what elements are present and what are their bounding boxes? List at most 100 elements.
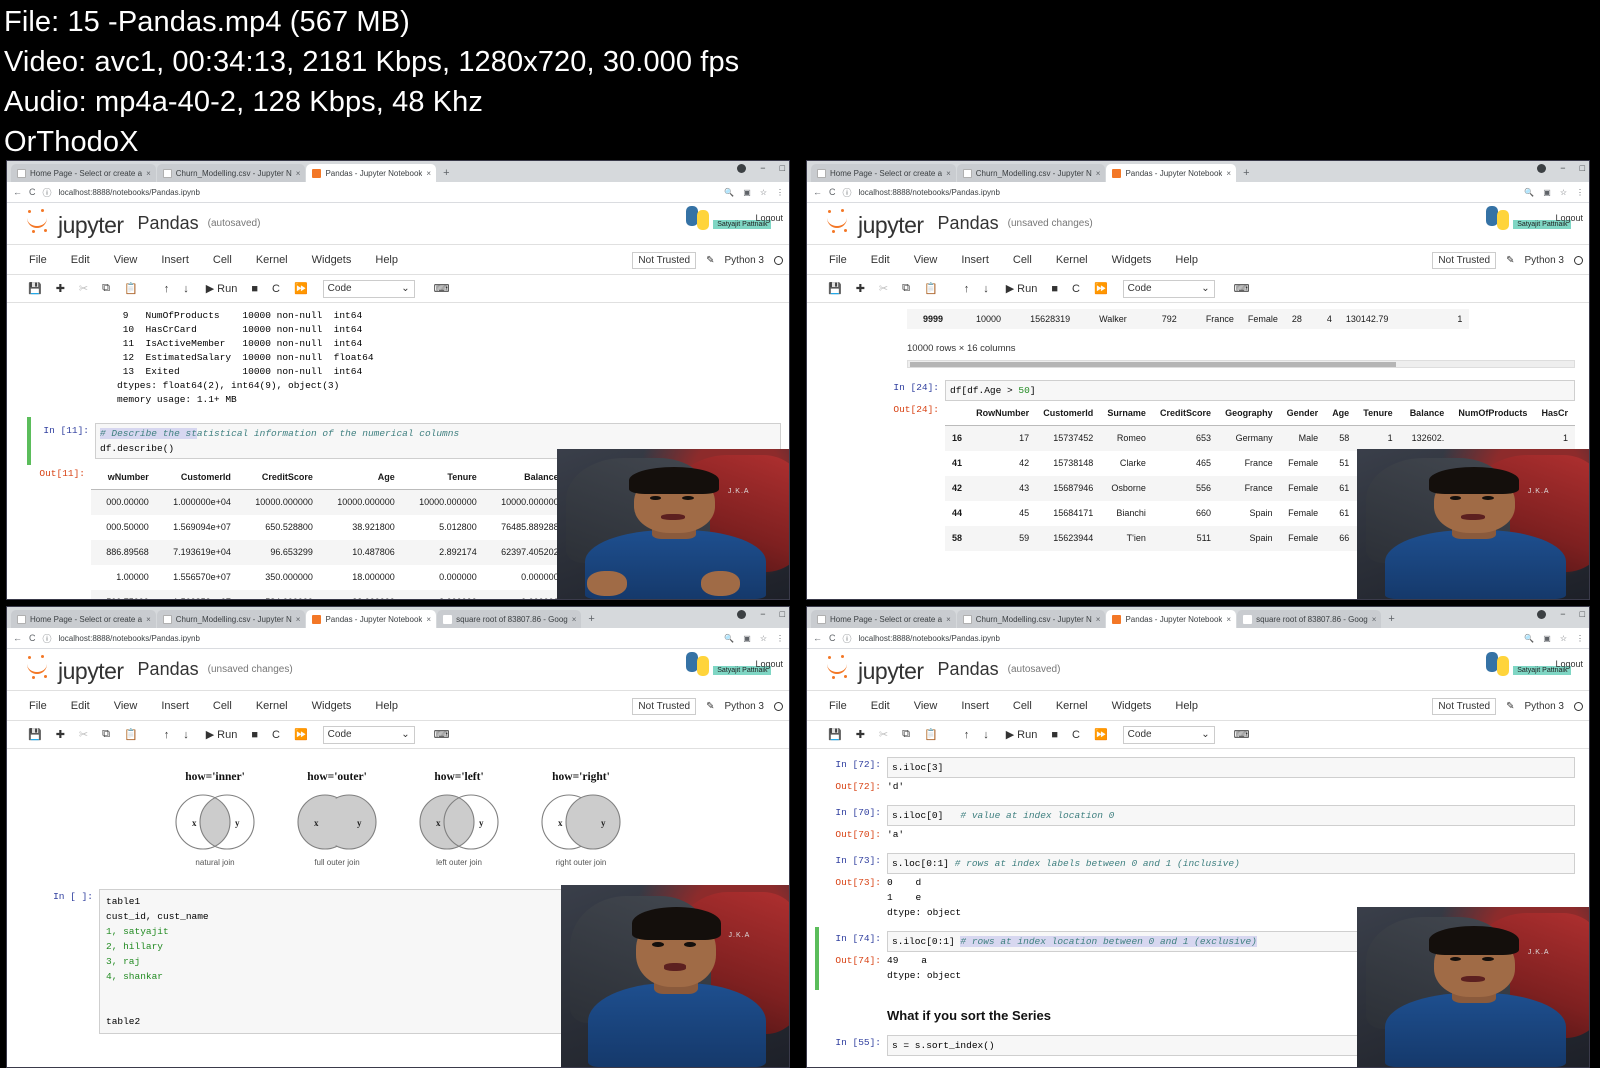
code-cell-sortindex[interactable]: In [55]: s = s.sort_index() — [815, 1035, 1575, 1056]
browser-tab-home[interactable]: Home Page - Select or create a × — [11, 164, 156, 182]
cell-type-select[interactable]: Code ⌄ — [322, 725, 415, 744]
menu-cell[interactable]: Cell — [213, 254, 232, 266]
copy-icon[interactable]: ⧉ — [895, 282, 917, 295]
keyboard-icon[interactable]: ⌨ — [427, 282, 457, 295]
menu-kernel[interactable]: Kernel — [1056, 254, 1088, 266]
maximize-button[interactable]: □ — [1580, 163, 1585, 173]
browser-omnibox[interactable]: ← C ⓘ localhost:8888/notebooks/Pandas.ip… — [807, 628, 1589, 649]
menu-help[interactable]: Help — [1175, 254, 1198, 266]
menu-edit[interactable]: Edit — [71, 700, 90, 712]
menu-cell[interactable]: Cell — [1013, 254, 1032, 266]
browser-tab-pandas-notebook[interactable]: Pandas - Jupyter Notebook × — [306, 164, 437, 182]
menu-help[interactable]: Help — [1175, 700, 1198, 712]
logout-button[interactable]: Logout — [1555, 659, 1583, 669]
close-icon[interactable]: × — [426, 169, 431, 178]
browser-tab-home[interactable]: Home Page - Select or create a × — [811, 164, 956, 182]
extension-icon[interactable]: ▣ — [743, 634, 751, 643]
save-icon[interactable]: 💾 — [821, 728, 849, 741]
menu-help[interactable]: Help — [375, 254, 398, 266]
menu-view[interactable]: View — [914, 254, 938, 266]
move-down-icon[interactable]: ↓ — [176, 729, 196, 741]
address-bar-text[interactable]: localhost:8888/notebooks/Pandas.ipynb — [59, 188, 200, 197]
menu-insert[interactable]: Insert — [961, 254, 989, 266]
code-cell-filter[interactable]: In [24]: df[df.Age > 50] — [843, 380, 1575, 401]
reload-icon[interactable]: C — [829, 633, 836, 643]
browser-tab-google-search[interactable]: G square root of 83807.86 - Goog × — [1237, 610, 1382, 628]
edit-pencil-icon[interactable]: ✎ — [706, 701, 714, 712]
move-up-icon[interactable]: ↑ — [157, 729, 177, 741]
logout-button[interactable]: Logout — [755, 213, 783, 223]
new-tab-button[interactable]: + — [437, 165, 455, 182]
cell-type-select[interactable]: Code ⌄ — [1122, 725, 1215, 744]
bookmark-star-icon[interactable]: ☆ — [760, 634, 767, 643]
minimize-button[interactable]: − — [1560, 609, 1565, 619]
menu-insert[interactable]: Insert — [161, 254, 189, 266]
menu-widgets[interactable]: Widgets — [312, 254, 352, 266]
stop-icon[interactable]: ■ — [244, 283, 265, 295]
copy-icon[interactable]: ⧉ — [95, 282, 117, 295]
back-icon[interactable]: ← — [13, 187, 22, 197]
notebook-title[interactable]: Pandas — [138, 213, 199, 234]
cell-type-select[interactable]: Code ⌄ — [322, 279, 415, 298]
code-cell-iloc01[interactable]: In [74]: s.iloc[0:1] # rows at index loc… — [819, 931, 1575, 952]
notebook-title[interactable]: Pandas — [938, 659, 999, 680]
menu-widgets[interactable]: Widgets — [312, 700, 352, 712]
browser-tab-pandas-notebook[interactable]: Pandas - Jupyter Notebook × — [1106, 610, 1237, 628]
menu-kernel[interactable]: Kernel — [256, 700, 288, 712]
menu-icon[interactable]: ⋮ — [776, 634, 784, 643]
fast-forward-icon[interactable]: ⏩ — [287, 282, 315, 295]
new-tab-button[interactable]: + — [1237, 165, 1255, 182]
close-icon[interactable]: × — [146, 615, 151, 624]
back-icon[interactable]: ← — [13, 633, 22, 643]
menu-file[interactable]: File — [29, 254, 47, 266]
logout-button[interactable]: Logout — [755, 659, 783, 669]
menu-view[interactable]: View — [114, 700, 138, 712]
paste-icon[interactable]: 📋 — [917, 728, 945, 741]
menu-icon[interactable]: ⋮ — [1576, 634, 1584, 643]
close-icon[interactable]: × — [426, 615, 431, 624]
close-icon[interactable]: × — [1226, 169, 1231, 178]
code-cell-iloc3[interactable]: In [72]: s.iloc[3] — [815, 757, 1575, 778]
cell-editor[interactable]: s.loc[0:1] # rows at index labels betwee… — [887, 853, 1575, 874]
move-down-icon[interactable]: ↓ — [176, 283, 196, 295]
run-button[interactable]: ▶ Run — [196, 282, 245, 296]
cell-editor[interactable]: s = s.sort_index() — [887, 1035, 1575, 1056]
edit-pencil-icon[interactable]: ✎ — [1506, 255, 1514, 266]
move-down-icon[interactable]: ↓ — [976, 283, 996, 295]
browser-omnibox[interactable]: ← C ⓘ localhost:8888/notebooks/Pandas.ip… — [7, 182, 789, 203]
reload-icon[interactable]: C — [829, 187, 836, 197]
cut-icon[interactable]: ✂ — [72, 282, 95, 295]
edit-pencil-icon[interactable]: ✎ — [706, 255, 714, 266]
trust-status[interactable]: Not Trusted — [1432, 251, 1497, 269]
menu-insert[interactable]: Insert — [961, 700, 989, 712]
site-info-icon[interactable]: ⓘ — [843, 186, 852, 199]
browser-tab-pandas-notebook[interactable]: Pandas - Jupyter Notebook × — [1106, 164, 1237, 182]
cell-editor[interactable]: s.iloc[0:1] # rows at index location bet… — [887, 931, 1561, 952]
paste-icon[interactable]: 📋 — [917, 282, 945, 295]
profile-icon[interactable] — [1537, 163, 1547, 173]
maximize-button[interactable]: □ — [780, 609, 785, 619]
fast-forward-icon[interactable]: ⏩ — [287, 728, 315, 741]
trust-status[interactable]: Not Trusted — [1432, 697, 1497, 715]
cell-editor[interactable]: table1 cust_id, cust_name 1, satyajit 2,… — [99, 889, 753, 1034]
menu-help[interactable]: Help — [375, 700, 398, 712]
menu-icon[interactable]: ⋮ — [776, 188, 784, 197]
edit-pencil-icon[interactable]: ✎ — [1506, 701, 1514, 712]
menu-edit[interactable]: Edit — [871, 254, 890, 266]
close-icon[interactable]: × — [146, 169, 151, 178]
menu-edit[interactable]: Edit — [871, 700, 890, 712]
move-up-icon[interactable]: ↑ — [957, 729, 977, 741]
restart-icon[interactable]: C — [265, 283, 287, 295]
add-cell-icon[interactable]: ✚ — [849, 728, 872, 741]
cell-type-select[interactable]: Code ⌄ — [1122, 279, 1215, 298]
code-cell-loc01[interactable]: In [73]: s.loc[0:1] # rows at index labe… — [815, 853, 1575, 874]
menu-kernel[interactable]: Kernel — [256, 254, 288, 266]
zoom-icon[interactable]: 🔍 — [724, 188, 734, 197]
restart-icon[interactable]: C — [1065, 283, 1087, 295]
code-cell-table1[interactable]: In [ ]: table1 cust_id, cust_name 1, sat… — [27, 889, 789, 1034]
keyboard-icon[interactable]: ⌨ — [1227, 728, 1257, 741]
close-icon[interactable]: × — [946, 615, 951, 624]
run-button[interactable]: ▶ Run — [996, 728, 1045, 742]
reload-icon[interactable]: C — [29, 633, 36, 643]
paste-icon[interactable]: 📋 — [117, 282, 145, 295]
